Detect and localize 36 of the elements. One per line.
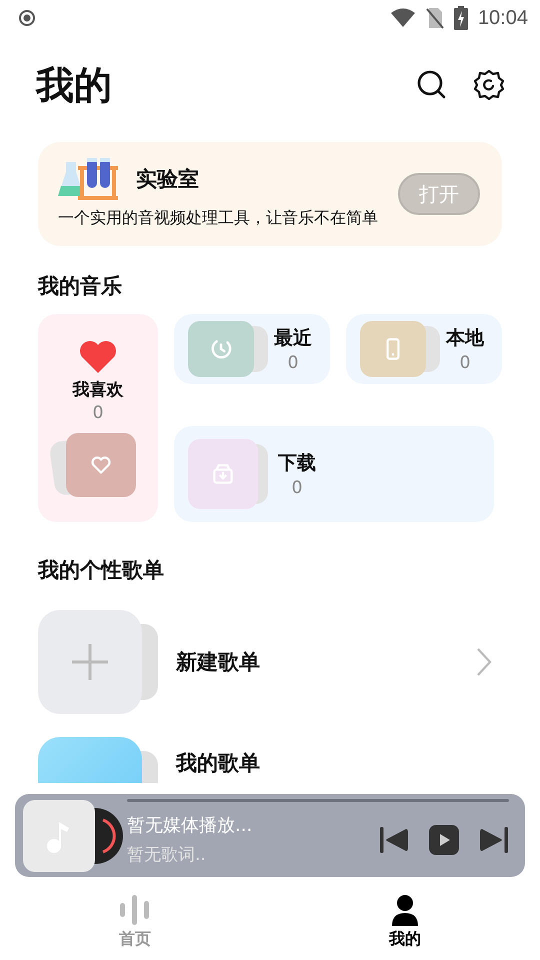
search-button[interactable] [416,69,448,101]
playlist-item[interactable]: 新建歌单 [38,610,502,714]
battery-icon [454,6,468,30]
music-tile[interactable]: 本地 0 [346,314,502,384]
music-tile[interactable]: 最近 0 [174,314,330,384]
tile-count: 0 [288,353,298,373]
lab-description: 一个实用的音视频处理工具，让音乐不在简单 [58,208,379,229]
section-title: 我的音乐 [38,273,123,300]
settings-button[interactable] [472,68,506,102]
chevron-right-icon [476,647,492,677]
tile-count: 0 [92,402,104,422]
tile-name: 本地 [446,326,484,351]
plus-icon [70,642,110,682]
wifi-icon [390,8,416,28]
tile-name: 最近 [274,326,312,351]
section-title: 我的个性歌单 [38,557,165,584]
tile-count: 0 [292,478,302,498]
previous-button[interactable] [379,826,409,854]
nav-tab[interactable]: 我的 [389,892,421,950]
music-tile[interactable]: 我喜欢 0 [38,314,158,522]
heart-icon [78,340,118,374]
tile-name: 我喜欢 [72,378,124,400]
play-button[interactable] [429,824,459,854]
tile-name: 下载 [278,451,316,476]
tile-count: 0 [460,353,470,373]
playlist-name: 新建歌单 [176,649,261,676]
no-sim-icon [426,7,444,29]
page-title: 我的 [36,62,112,108]
clock-time: 10:04 [478,6,528,30]
music-tile[interactable]: 下载 0 [174,426,494,522]
song-title: 暂无媒体播放... [127,814,252,837]
lab-title: 实验室 [136,166,199,193]
playlist-name: 我的歌单 [176,750,261,777]
next-button[interactable] [479,826,509,854]
record-icon [18,9,36,27]
lyric-text: 暂无歌词.. [127,844,207,866]
